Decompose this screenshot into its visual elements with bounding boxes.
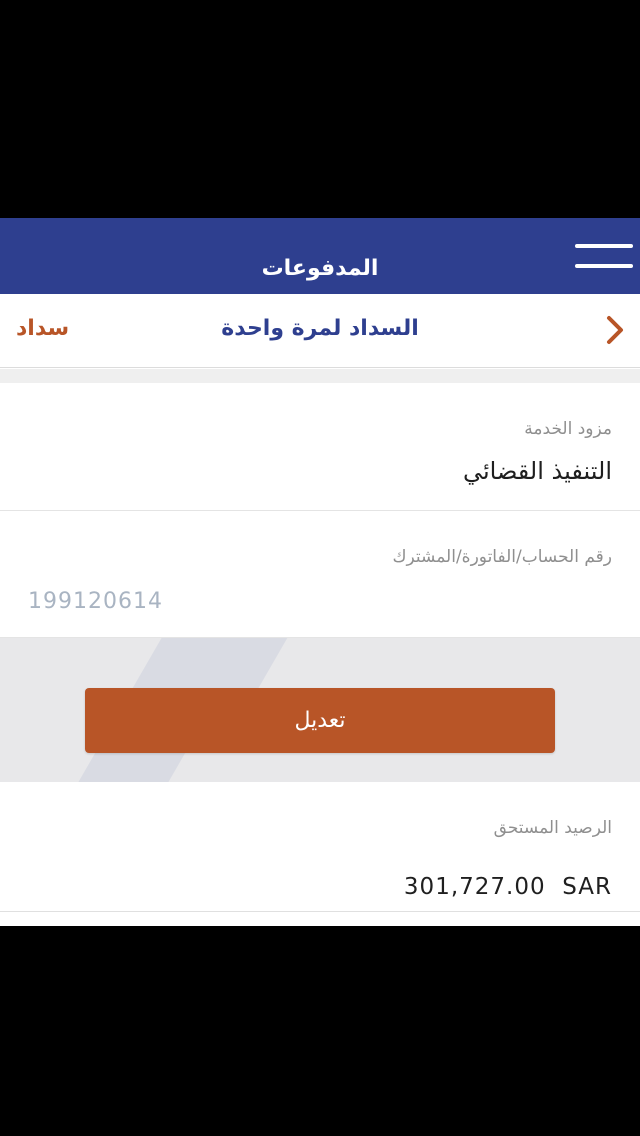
section-divider [0,369,640,383]
provider-value: التنفيذ القضائي [462,457,612,485]
account-number-input[interactable] [28,589,428,614]
app-screen: المدفوعات سداد السداد لمرة واحدة مزود ال… [0,218,640,926]
page-title: المدفوعات [261,256,379,281]
balance-label: الرصيد المستحق [493,818,612,838]
amount-value: 301,727.00 [403,874,546,900]
action-area: تعديل [0,638,640,782]
sub-header: سداد السداد لمرة واحدة [0,294,640,368]
chevron-right-icon[interactable] [600,312,630,348]
sub-header-title: السداد لمرة واحدة [221,316,419,341]
balance-amount: 301,727.00 SAR [404,874,612,900]
currency-code: SAR [562,874,612,900]
provider-label: مزود الخدمة [524,419,612,439]
balance-section: الرصيد المستحق 301,727.00 SAR [0,782,640,912]
account-label: رقم الحساب/الفاتورة/المشترك [392,547,612,567]
top-navigation-bar: المدفوعات [0,218,640,294]
account-field: رقم الحساب/الفاتورة/المشترك [0,511,640,638]
edit-button[interactable]: تعديل [85,688,555,753]
provider-field: مزود الخدمة التنفيذ القضائي [0,383,640,511]
